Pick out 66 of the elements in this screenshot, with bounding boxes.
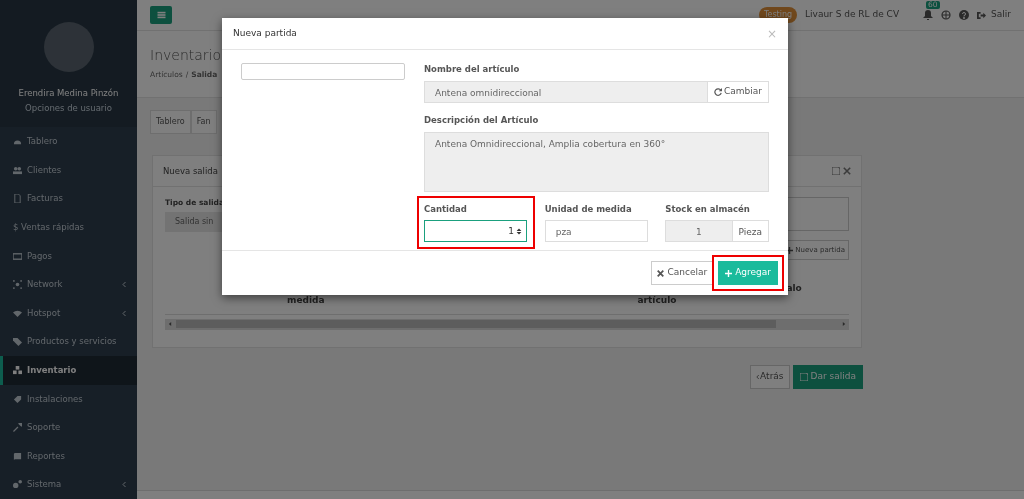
plus-icon xyxy=(725,269,733,277)
sidebar-item[interactable]: $ Ventas rápidas xyxy=(0,213,137,242)
sidebar-item[interactable]: Clientes xyxy=(0,155,137,185)
column-header: medida xyxy=(287,294,325,308)
back-button[interactable]: Atrás xyxy=(750,365,790,389)
tab[interactable]: Fan xyxy=(190,110,217,134)
close-icon xyxy=(657,269,665,277)
unit-addon: Pieza xyxy=(732,220,769,243)
sidebar-item[interactable]: Reportes xyxy=(0,441,137,471)
avatar-silhouette xyxy=(43,22,94,72)
field-label: Stock en almacén xyxy=(665,202,751,216)
close-icon xyxy=(843,167,851,175)
logout-link[interactable]: Salir xyxy=(977,8,1011,22)
page-title: Inventario xyxy=(150,48,223,64)
company-name[interactable]: Livaur S de RL de CV xyxy=(805,8,900,22)
chevron-left-icon xyxy=(756,373,761,380)
card-icon xyxy=(13,251,22,261)
wifi-icon xyxy=(13,308,22,318)
sidebar-item[interactable]: Soporte xyxy=(0,413,137,442)
quantity-field[interactable]: 1 xyxy=(424,220,527,243)
field-label: Cantidad xyxy=(424,202,468,216)
name-field: Antena omnidireccional xyxy=(424,80,708,103)
stock-field: 1 xyxy=(665,220,733,243)
scrollbar-thumb[interactable] xyxy=(176,320,776,329)
change-button[interactable]: Cambiar xyxy=(708,80,769,103)
document-icon xyxy=(13,194,22,204)
globe-icon xyxy=(941,10,952,20)
refresh-icon xyxy=(714,87,722,96)
sidebar-item[interactable]: Hotspot xyxy=(0,298,137,328)
save-icon xyxy=(832,167,840,175)
sidebar-item[interactable]: Sistema xyxy=(0,470,137,499)
cancel-button[interactable]: Cancelar xyxy=(651,261,714,285)
field-label: Descripción del Artículo xyxy=(424,113,540,127)
exit-icon xyxy=(977,10,987,20)
unit-field[interactable]: pza xyxy=(544,220,649,243)
menu-icon xyxy=(156,11,166,19)
tags-icon xyxy=(13,337,22,347)
field-label: Nombre del artículo xyxy=(424,63,521,76)
user-name: Erendira Medina Pinzón xyxy=(18,87,119,100)
horizontal-scrollbar[interactable] xyxy=(165,318,849,330)
tag-icon xyxy=(13,394,22,404)
modal-title: Nueva partida xyxy=(233,26,297,40)
submit-button[interactable]: Dar salida xyxy=(792,365,863,389)
help-icon xyxy=(959,10,970,20)
bell-icon xyxy=(923,10,934,20)
network-icon xyxy=(13,280,22,290)
sidebar-item[interactable]: Inventario xyxy=(0,356,137,385)
menu-button[interactable] xyxy=(150,6,172,24)
close-button[interactable]: × xyxy=(766,24,777,43)
users-icon xyxy=(13,165,22,175)
column-header: alo xyxy=(786,282,802,296)
panel-title: Nueva salida xyxy=(163,164,218,178)
sidebar-item[interactable]: Pagos xyxy=(0,241,137,271)
cubes-icon xyxy=(13,365,22,375)
add-button[interactable]: Agregar xyxy=(718,261,778,285)
sidebar-item[interactable]: Tablero xyxy=(0,127,137,156)
save-icon xyxy=(799,372,808,381)
spinner-icon xyxy=(516,226,522,236)
description-field: Antena Omnidireccional, Amplia cobertura en 360° xyxy=(424,131,769,192)
column-header: artículo xyxy=(637,294,677,308)
sidebar-item[interactable]: Network xyxy=(0,270,137,299)
field-label: Unidad de medida xyxy=(544,202,633,216)
gears-icon xyxy=(13,480,22,490)
user-options-link[interactable]: Opciones de usuario xyxy=(25,101,112,115)
sidebar-item[interactable]: Facturas xyxy=(0,184,137,214)
tab[interactable]: Tablero xyxy=(150,110,191,134)
